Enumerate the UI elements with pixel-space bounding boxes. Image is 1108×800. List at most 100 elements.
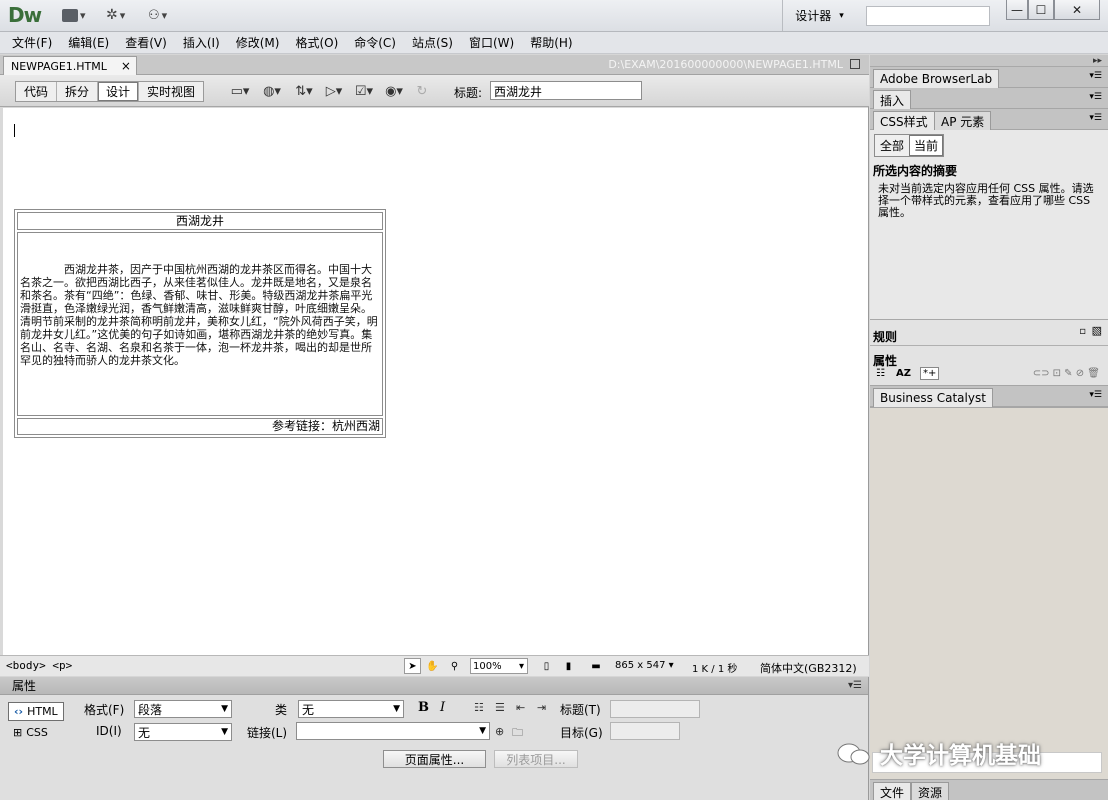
restore-icon[interactable] (850, 59, 860, 69)
help-search-input[interactable] (866, 6, 990, 26)
css-mode-button[interactable]: ⊞ CSS (8, 723, 53, 742)
menu-help[interactable]: 帮助(H) (522, 34, 580, 51)
table-link-cell[interactable]: 参考链接：杭州西湖 (17, 418, 383, 435)
set-props-icon[interactable]: *+ (920, 367, 940, 380)
document-toolbar: 代码 拆分 设计 实时视图 ▭▾ ◍▾ ⇅▾ ▷▾ ☑▾ ◉▾ ↻ 标题: 西湖… (0, 75, 869, 107)
menu-window[interactable]: 窗口(W) (461, 34, 522, 51)
design-canvas[interactable]: 西湖龙井 西湖龙井茶，因产于中国杭州西湖的龙井茶区而得名。中国十大名茶之一。欲把… (3, 108, 868, 655)
multiscreen-icon[interactable]: ▭▾ (230, 83, 250, 99)
file-management-icon[interactable]: ⇅▾ (294, 83, 314, 99)
code-view-button[interactable]: 代码 (16, 82, 58, 101)
menu-insert[interactable]: 插入(I) (175, 34, 228, 51)
chevron-down-icon: ▼ (221, 704, 228, 714)
phone-size-icon[interactable]: ▯ (538, 658, 555, 674)
close-window-button[interactable]: ✕ (1054, 0, 1100, 20)
close-icon[interactable]: × (121, 59, 131, 73)
all-button[interactable]: 全部 (875, 135, 910, 156)
link-input[interactable]: ▼ (296, 722, 490, 740)
refresh-icon[interactable]: ↻ (412, 83, 432, 99)
layout-menu-icon[interactable]: ▾ (62, 7, 86, 23)
tag-selector[interactable]: <body> <p> (6, 659, 72, 672)
select-tool-icon[interactable]: ➤ (404, 658, 421, 674)
design-view-button[interactable]: 设计 (98, 82, 140, 101)
chevron-down-icon: ▾ (839, 10, 844, 21)
italic-button[interactable]: I (440, 700, 445, 715)
list-item-button[interactable]: 列表项目... (494, 750, 578, 768)
menu-edit[interactable]: 编辑(E) (60, 34, 117, 51)
check-browser-icon[interactable]: ☑▾ (354, 83, 374, 99)
extend-menu-icon[interactable]: ✲ ▾ (106, 7, 125, 23)
summary-text: 未对当前选定内容应用任何 CSS 属性。请选择一个带样式的元素，查看应用了哪些 … (878, 182, 1094, 219)
menu-site[interactable]: 站点(S) (404, 34, 461, 51)
panel-menu-icon[interactable]: ▾☰ (848, 680, 862, 691)
chevron-down-icon: ▼ (479, 726, 486, 736)
menu-view[interactable]: 查看(V) (117, 34, 175, 51)
download-time: 1 K / 1 秒 (692, 664, 738, 675)
tab-files[interactable]: 文件 (873, 782, 912, 800)
alpha-view-icon[interactable]: AZ (896, 368, 911, 379)
page-title-input[interactable]: 西湖龙井 (490, 81, 642, 100)
class-select[interactable]: 无 ▼ (298, 700, 404, 718)
current-button[interactable]: 当前 (909, 135, 944, 156)
zoom-select[interactable]: 100% ▾ (470, 658, 528, 674)
cascade-view-icon[interactable]: ▧ (1092, 324, 1102, 337)
tab-business-catalyst[interactable]: Business Catalyst (873, 388, 993, 407)
app-title-bar: Dw ▾ ✲ ▾ ⚇ ▾ 设计器 ▾ — ☐ ✕ (0, 0, 1108, 32)
unordered-list-icon[interactable]: ☷ (474, 701, 484, 714)
title-attr-input[interactable] (610, 700, 700, 718)
tab-ap-elements[interactable]: AP 元素 (934, 111, 992, 130)
properties-section-title: 属性 (873, 354, 898, 368)
tab-css-styles[interactable]: CSS样式 (873, 111, 935, 130)
visual-aids-icon[interactable]: ◉▾ (384, 83, 404, 99)
title-label: 标题: (454, 86, 483, 100)
workspace-switcher[interactable]: 设计器 ▾ (782, 0, 856, 31)
split-view-button[interactable]: 拆分 (57, 82, 99, 101)
workspace-label: 设计器 (795, 9, 832, 23)
tab-browserlab[interactable]: Adobe BrowserLab (873, 69, 1000, 88)
panel-menu-icon[interactable]: ▾☰ (1089, 390, 1102, 400)
outdent-icon[interactable]: ⇤ (516, 701, 525, 714)
target-select[interactable] (610, 722, 680, 740)
hand-tool-icon[interactable]: ✋ (424, 658, 441, 674)
panel-menu-icon[interactable]: ▾☰ (1089, 113, 1102, 123)
tab-insert[interactable]: 插入 (873, 90, 912, 109)
rules-view-icon[interactable]: ▫ (1079, 326, 1086, 337)
css-actions-icons[interactable]: ⊂⊃ ⊡ ✎ ⊘ 🗑 (1033, 368, 1100, 379)
collapse-icon[interactable]: ▸▸ (870, 55, 1108, 67)
format-select[interactable]: 段落 ▼ (134, 700, 232, 718)
class-label: 类 (275, 703, 288, 717)
maximize-button[interactable]: ☐ (1028, 0, 1054, 20)
menu-commands[interactable]: 命令(C) (346, 34, 404, 51)
menu-modify[interactable]: 修改(M) (228, 34, 288, 51)
window-size[interactable]: 865 x 547 ▾ (615, 660, 674, 671)
table-title-cell[interactable]: 西湖龙井 (17, 212, 383, 230)
w3c-validation-icon[interactable]: ▷▾ (324, 83, 344, 99)
indent-icon[interactable]: ⇥ (537, 701, 546, 714)
html-mode-button[interactable]: ‹› HTML (8, 702, 64, 721)
panel-menu-icon[interactable]: ▾☰ (1089, 92, 1102, 102)
browse-folder-icon[interactable]: 🗀 (512, 724, 523, 743)
menu-file[interactable]: 文件(F) (4, 34, 60, 51)
css-mode-switch: 全部 当前 (874, 134, 945, 157)
site-menu-icon[interactable]: ⚇ ▾ (148, 7, 167, 23)
minimize-button[interactable]: — (1006, 0, 1028, 20)
css-styles-panel: 全部 当前 所选内容的摘要 未对当前选定内容应用任何 CSS 属性。请选择一个带… (870, 130, 1108, 320)
preview-browser-icon[interactable]: ◍▾ (262, 83, 282, 99)
panel-menu-icon[interactable]: ▾☰ (1089, 71, 1102, 81)
tab-assets[interactable]: 资源 (911, 782, 950, 800)
ordered-list-icon[interactable]: ☰ (495, 701, 505, 714)
zoom-tool-icon[interactable]: ⚲ (446, 658, 463, 674)
content-table[interactable]: 西湖龙井 西湖龙井茶，因产于中国杭州西湖的龙井茶区而得名。中国十大名茶之一。欲把… (14, 209, 386, 438)
point-to-file-icon[interactable]: ⊕ (495, 725, 504, 738)
desktop-size-icon[interactable]: ▬ (586, 658, 606, 674)
table-body-cell[interactable]: 西湖龙井茶，因产于中国杭州西湖的龙井茶区而得名。中国十大名茶之一。欲把西湖比西子… (17, 232, 383, 416)
page-properties-button[interactable]: 页面属性... (383, 750, 486, 768)
properties-panel: 属性 ▾☰ ‹› HTML ⊞ CSS 格式(F) 段落 ▼ 类 无 ▼ B I ☷… (0, 677, 869, 800)
tablet-size-icon[interactable]: ▮ (560, 658, 577, 674)
category-view-icon[interactable]: ☷ (876, 368, 885, 379)
menu-format[interactable]: 格式(O) (287, 34, 346, 51)
bold-button[interactable]: B (418, 700, 429, 715)
document-tab[interactable]: NEWPAGE1.HTML × (3, 56, 137, 75)
live-view-button[interactable]: 实时视图 (139, 82, 203, 101)
id-select[interactable]: 无 ▼ (134, 723, 232, 741)
